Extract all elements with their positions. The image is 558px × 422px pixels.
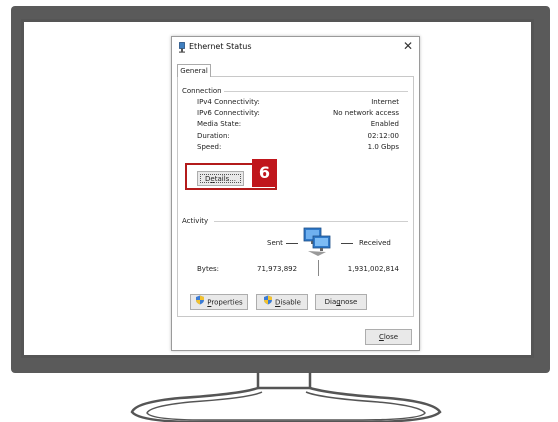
properties-button[interactable]: Properties	[190, 294, 248, 310]
ipv4-connectivity-label: IPv4 Connectivity:	[197, 98, 260, 106]
activity-divider	[214, 221, 408, 222]
bytes-received-value: 1,931,002,814	[347, 265, 399, 273]
monitor-stand	[130, 372, 442, 422]
properties-button-label: Properties	[207, 298, 243, 307]
close-icon[interactable]: ✕	[403, 39, 413, 53]
diagnose-button[interactable]: Diagnose	[315, 294, 367, 310]
ipv4-connectivity-value: Internet	[371, 98, 399, 106]
general-panel: Connection IPv4 Connectivity: Internet I…	[177, 76, 414, 317]
close-button[interactable]: Close	[365, 329, 412, 345]
speed-label: Speed:	[197, 143, 222, 151]
disable-button[interactable]: Disable	[256, 294, 308, 310]
close-button-label: Close	[378, 333, 399, 341]
network-computers-icon	[302, 225, 334, 259]
ethernet-status-dialog: Ethernet Status ✕ General Connection IPv…	[171, 36, 420, 351]
received-label: Received	[359, 239, 391, 247]
sent-dash	[286, 243, 298, 244]
shield-icon	[263, 295, 273, 310]
disable-button-label: Disable	[275, 298, 301, 307]
speed-value: 1.0 Gbps	[367, 143, 399, 151]
title-bar: Ethernet Status ✕	[172, 37, 419, 57]
bytes-separator	[318, 260, 319, 276]
ipv6-connectivity-label: IPv6 Connectivity:	[197, 109, 260, 117]
network-adapter-icon	[178, 42, 186, 55]
shield-icon	[195, 295, 205, 310]
received-dash	[341, 243, 353, 244]
connection-divider	[224, 91, 408, 92]
bytes-label: Bytes:	[197, 265, 220, 273]
media-state-value: Enabled	[370, 120, 399, 128]
connection-heading: Connection	[182, 87, 225, 95]
duration-label: Duration:	[197, 132, 230, 140]
activity-heading: Activity	[182, 217, 212, 225]
ipv6-connectivity-value: No network access	[333, 109, 399, 117]
dialog-title: Ethernet Status	[189, 42, 252, 51]
diagnose-button-label: Diagnose	[324, 298, 358, 306]
media-state-label: Media State:	[197, 120, 242, 128]
bytes-sent-value: 71,973,892	[257, 265, 298, 273]
step-number-badge: 6	[252, 159, 277, 187]
tab-general[interactable]: General	[177, 64, 211, 77]
sent-label: Sent	[267, 239, 283, 247]
duration-value: 02:12:00	[367, 132, 399, 140]
